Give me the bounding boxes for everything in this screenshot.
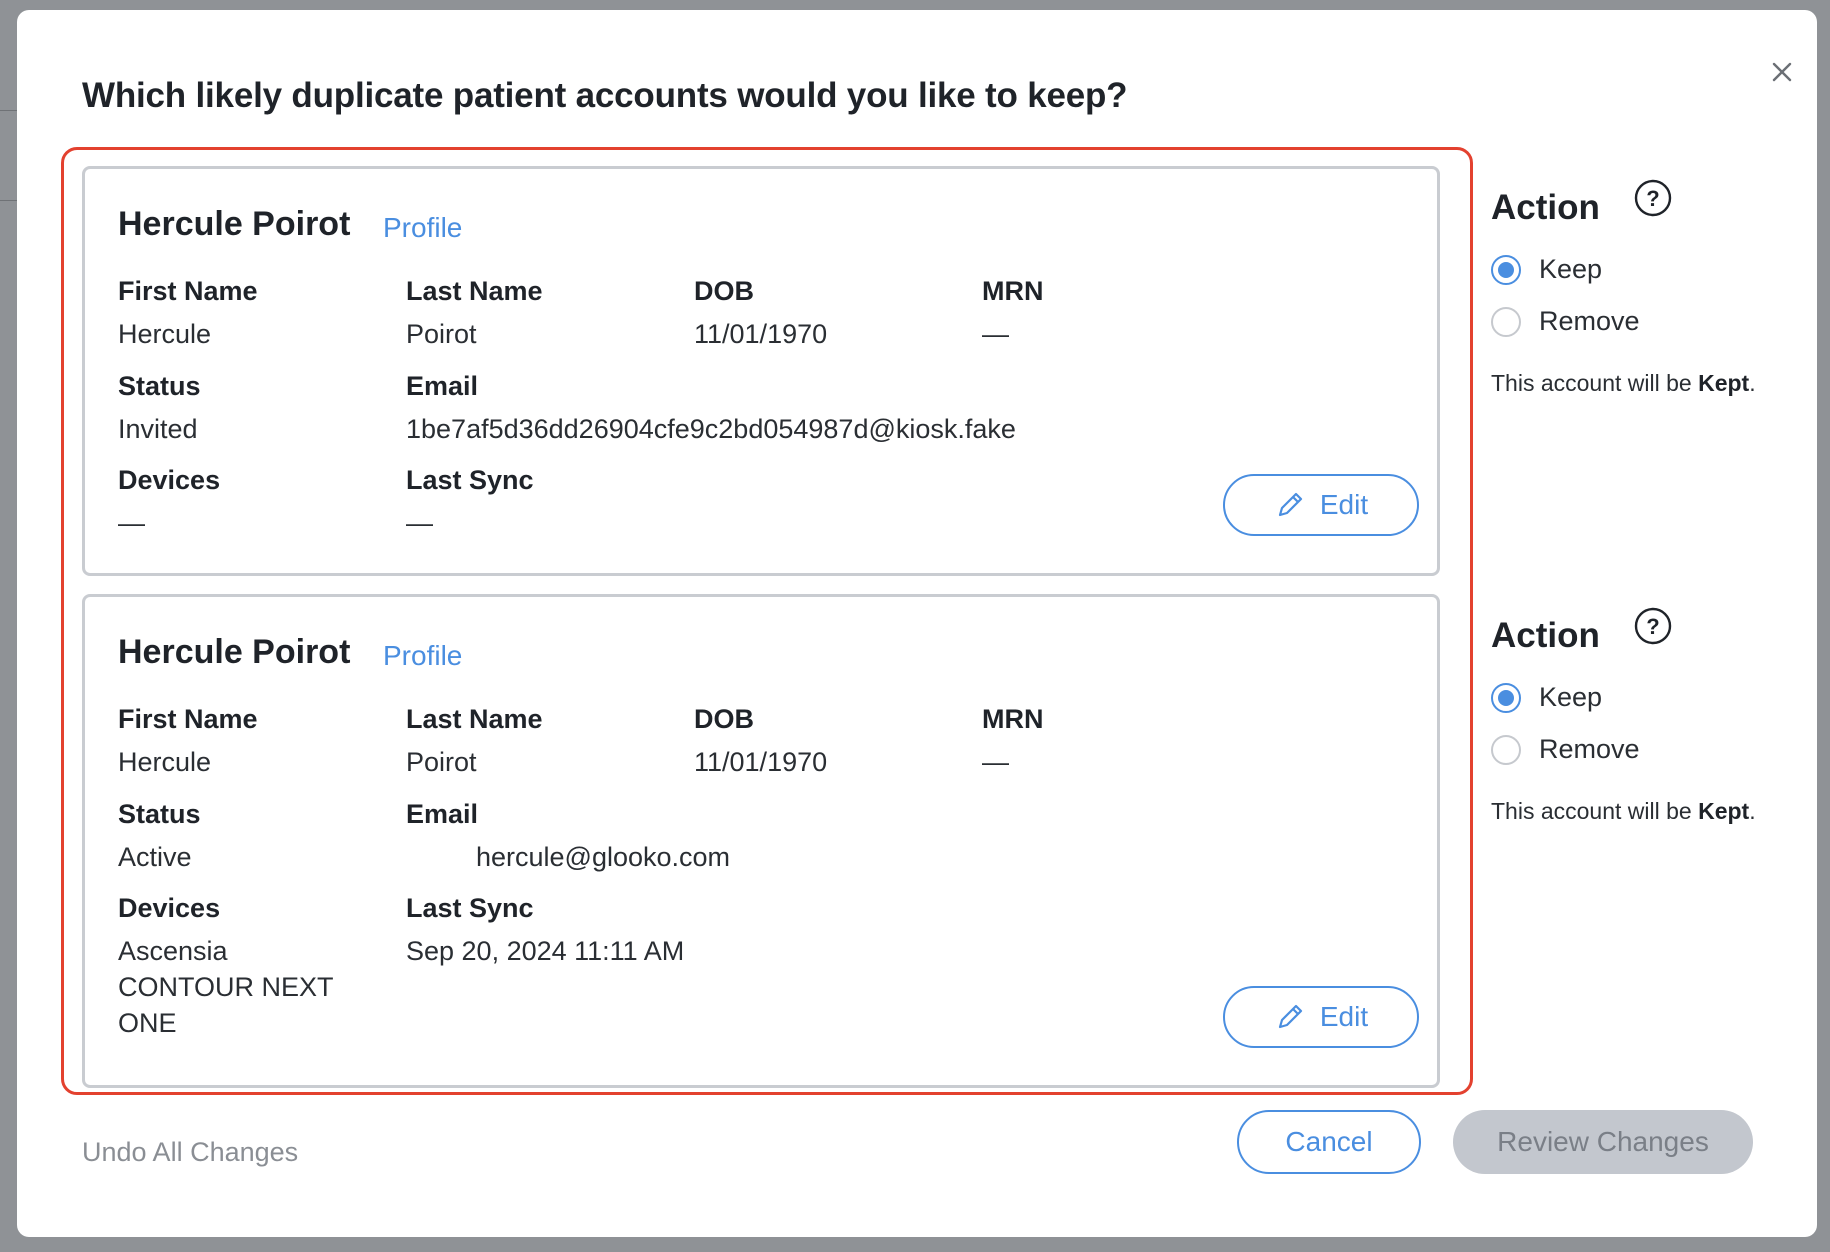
last-sync-value: Sep 20, 2024 11:11 AM <box>406 936 685 966</box>
email-label: Email <box>406 799 479 829</box>
action-note: This account will be Kept. <box>1491 798 1756 825</box>
devices-value: — <box>118 508 145 538</box>
close-icon[interactable] <box>1762 52 1802 92</box>
edit-button[interactable]: Edit <box>1223 986 1419 1048</box>
remove-radio-option[interactable]: Remove <box>1491 306 1640 337</box>
action-note-suffix: . <box>1749 370 1756 396</box>
status-label: Status <box>118 799 201 829</box>
account-card: Hercule Poirot Profile First Name Last N… <box>82 594 1440 1088</box>
keep-radio[interactable] <box>1491 254 1521 285</box>
last-sync-label: Last Sync <box>406 465 534 495</box>
remove-radio[interactable] <box>1491 734 1521 765</box>
profile-link[interactable]: Profile <box>383 640 462 672</box>
profile-link[interactable]: Profile <box>383 212 462 244</box>
action-note-prefix: This account will be <box>1491 370 1699 396</box>
mrn-label: MRN <box>982 276 1044 306</box>
last-sync-label: Last Sync <box>406 893 534 923</box>
help-icon[interactable]: ? <box>1633 178 1673 218</box>
first-name-value: Hercule <box>118 319 212 349</box>
status-value: Active <box>118 842 192 872</box>
account-card: Hercule Poirot Profile First Name Last N… <box>82 166 1440 576</box>
undo-all-changes-link[interactable]: Undo All Changes <box>82 1137 298 1168</box>
dob-label: DOB <box>694 704 754 734</box>
dob-label: DOB <box>694 276 754 306</box>
action-note-prefix: This account will be <box>1491 798 1699 824</box>
keep-radio-option[interactable]: Keep <box>1491 682 1602 713</box>
remove-radio-label: Remove <box>1539 306 1640 336</box>
svg-text:?: ? <box>1646 614 1659 639</box>
help-icon[interactable]: ? <box>1633 606 1673 646</box>
action-note: This account will be Kept. <box>1491 370 1756 397</box>
remove-radio[interactable] <box>1491 306 1521 337</box>
action-title: Action <box>1491 616 1600 655</box>
action-note-value: Kept <box>1698 798 1750 824</box>
email-value: hercule@glooko.com <box>476 842 731 872</box>
patient-name: Hercule Poirot <box>118 633 351 671</box>
edit-button-label: Edit <box>1319 489 1369 520</box>
remove-radio-label: Remove <box>1539 734 1640 764</box>
keep-radio-option[interactable]: Keep <box>1491 254 1602 285</box>
last-name-label: Last Name <box>406 276 543 306</box>
pencil-icon <box>1278 1004 1302 1029</box>
svg-text:?: ? <box>1646 186 1659 211</box>
dob-value: 11/01/1970 <box>694 319 828 349</box>
mrn-value: — <box>982 747 1009 777</box>
first-name-value: Hercule <box>118 747 212 777</box>
pencil-icon <box>1278 492 1302 517</box>
mrn-label: MRN <box>982 704 1044 734</box>
last-name-value: Poirot <box>406 319 477 349</box>
duplicate-accounts-modal: Which likely duplicate patient accounts … <box>17 10 1817 1237</box>
status-label: Status <box>118 371 201 401</box>
devices-label: Devices <box>118 893 221 923</box>
dob-value: 11/01/1970 <box>694 747 828 777</box>
edit-button-label: Edit <box>1319 1001 1369 1032</box>
email-label: Email <box>406 371 479 401</box>
remove-radio-option[interactable]: Remove <box>1491 734 1640 765</box>
cancel-button[interactable]: Cancel <box>1237 1110 1421 1174</box>
devices-value: Ascensia CONTOUR NEXT ONE <box>118 936 334 1038</box>
keep-radio-label: Keep <box>1539 254 1603 284</box>
status-value: Invited <box>118 414 198 444</box>
first-name-label: First Name <box>118 704 258 734</box>
keep-radio[interactable] <box>1491 682 1521 713</box>
action-note-value: Kept <box>1698 370 1750 396</box>
action-note-suffix: . <box>1749 798 1756 824</box>
patient-name: Hercule Poirot <box>118 205 351 243</box>
edit-button[interactable]: Edit <box>1223 474 1419 536</box>
email-value: 1be7af5d36dd26904cfe9c2bd054987d@kiosk.f… <box>406 414 1016 444</box>
keep-radio-label: Keep <box>1539 682 1603 712</box>
devices-label: Devices <box>118 465 221 495</box>
review-changes-button[interactable]: Review Changes <box>1453 1110 1753 1174</box>
action-title: Action <box>1491 188 1600 227</box>
first-name-label: First Name <box>118 276 258 306</box>
mrn-value: — <box>982 319 1009 349</box>
last-name-value: Poirot <box>406 747 477 777</box>
last-name-label: Last Name <box>406 704 543 734</box>
dialog-title: Which likely duplicate patient accounts … <box>82 76 1128 115</box>
last-sync-value: — <box>406 508 433 538</box>
